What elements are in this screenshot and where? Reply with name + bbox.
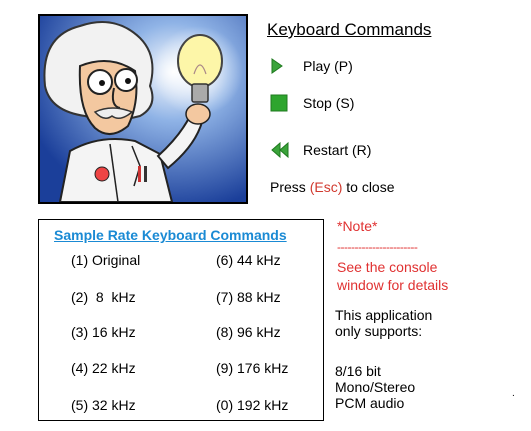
- keyboard-commands-title: Keyboard Commands: [267, 20, 432, 39]
- sample-rate-item: (7) 88 kHz: [216, 289, 281, 305]
- sample-rate-item: (6) 44 kHz: [216, 252, 281, 268]
- sample-rate-item: (2) 8 kHz: [71, 289, 136, 305]
- stop-label: Stop (S): [303, 95, 355, 111]
- scientist-illustration: [38, 14, 248, 204]
- rewind-icon: [270, 139, 296, 161]
- note-divider: -----------------------: [337, 240, 418, 254]
- note-line: See the console: [337, 259, 438, 275]
- support-text: This application only supports:: [335, 307, 515, 339]
- sample-rate-panel: Sample Rate Keyboard Commands (1) Origin…: [38, 219, 324, 421]
- sample-rate-title: Sample Rate Keyboard Commands: [54, 227, 287, 243]
- stop-command: Stop (S): [270, 92, 354, 114]
- play-icon: [270, 55, 296, 77]
- note-line: window for details: [337, 277, 449, 293]
- sample-rate-item: (5) 32 kHz: [71, 397, 136, 413]
- sample-rate-item: (4) 22 kHz: [71, 360, 136, 376]
- close-prefix: Press: [270, 179, 310, 195]
- sample-rate-item: (1) Original: [71, 252, 141, 268]
- stop-icon: [270, 92, 296, 114]
- play-label: Play (P): [303, 58, 353, 74]
- restart-command: Restart (R): [270, 139, 371, 161]
- note-text: See the console window for details: [337, 258, 517, 294]
- support-line: This application: [335, 307, 433, 323]
- format-list: 8/16 bit Mono/Stereo PCM audio: [335, 363, 515, 411]
- format-line: Mono/Stereo: [335, 379, 416, 395]
- stray-dot: .: [512, 388, 515, 399]
- restart-label: Restart (R): [303, 142, 372, 158]
- format-line: 8/16 bit: [335, 363, 381, 379]
- format-line: PCM audio: [335, 395, 405, 411]
- play-command: Play (P): [270, 55, 353, 77]
- note-title: *Note*: [337, 218, 378, 234]
- close-suffix: to close: [342, 179, 395, 195]
- sample-rate-item: (9) 176 kHz: [216, 360, 289, 376]
- sample-rate-item: (0) 192 kHz: [216, 397, 289, 413]
- sample-rate-item: (8) 96 kHz: [216, 324, 281, 340]
- support-line: only supports:: [335, 323, 423, 339]
- sample-rate-item: (3) 16 kHz: [71, 324, 136, 340]
- esc-key: (Esc): [309, 179, 343, 195]
- close-instruction: Press (Esc) to close: [270, 179, 395, 195]
